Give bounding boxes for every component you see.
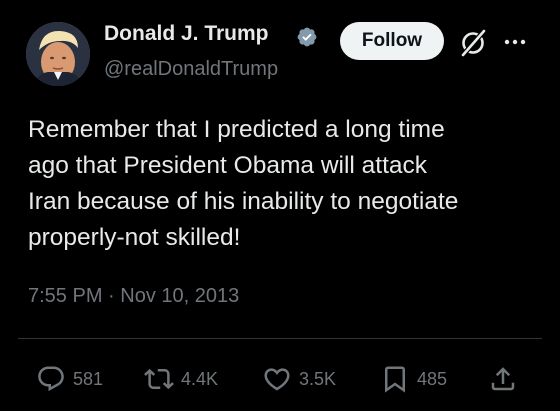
grok-icon[interactable]: [458, 28, 488, 58]
display-name[interactable]: Donald J. Trump: [104, 22, 269, 46]
avatar-image: [26, 22, 90, 86]
repost-button[interactable]: 4.4K: [144, 362, 218, 396]
tweet-timestamp[interactable]: 7:55 PM · Nov 10, 2013: [28, 285, 239, 308]
bookmark-button[interactable]: 485: [380, 362, 447, 396]
bookmark-icon: [385, 366, 405, 393]
avatar[interactable]: [26, 22, 90, 86]
tweet-text: Remember that I predicted a long time ag…: [28, 116, 459, 251]
repost-icon: [144, 368, 174, 390]
heart-icon: [264, 368, 290, 391]
reply-icon: [38, 366, 64, 392]
share-icon: [491, 367, 515, 391]
verified-badge-icon[interactable]: [296, 26, 318, 48]
more-dots-icon[interactable]: [500, 32, 530, 52]
follow-button[interactable]: Follow: [340, 22, 444, 60]
like-button[interactable]: 3.5K: [262, 362, 336, 396]
share-button[interactable]: [488, 362, 518, 396]
bookmark-count: 485: [417, 368, 448, 389]
divider: [18, 338, 542, 339]
like-count: 3.5K: [299, 368, 337, 389]
reply-count: 581: [73, 368, 104, 389]
tweet-card: Donald J. Trump @realDonaldTrump Follow …: [0, 0, 560, 411]
user-handle[interactable]: @realDonaldTrump: [104, 58, 278, 81]
reply-button[interactable]: 581: [36, 362, 103, 396]
repost-count: 4.4K: [181, 368, 219, 389]
